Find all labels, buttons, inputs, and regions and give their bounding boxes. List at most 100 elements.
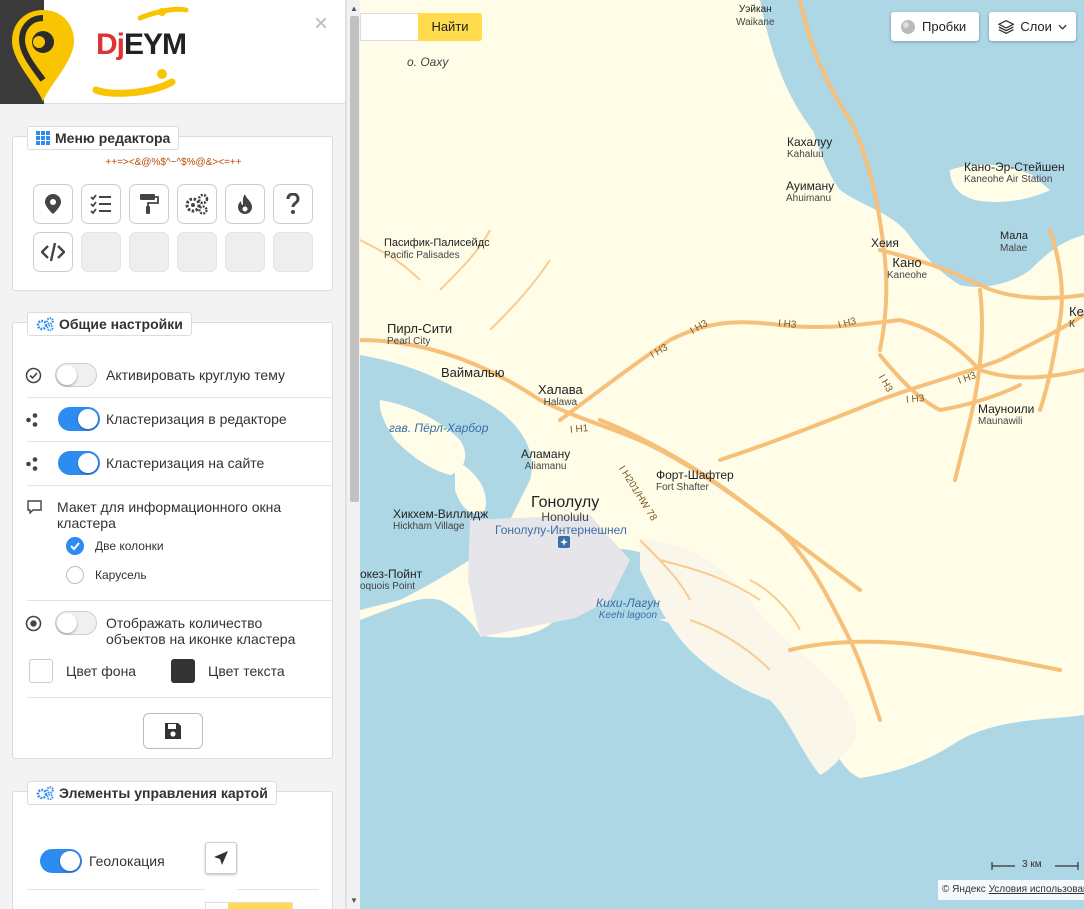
- map-label: Пирл-Сити Pearl City: [387, 321, 453, 348]
- general-settings-legend: Общие настройки: [27, 312, 192, 336]
- divider: [27, 697, 333, 698]
- layers-icon: [998, 19, 1015, 34]
- comment-icon: [27, 500, 42, 514]
- map-controls-title: Элементы управления картой: [59, 785, 268, 801]
- round-theme-label: Активировать круглую тему: [106, 367, 285, 383]
- scroll-up-icon[interactable]: ▲: [350, 4, 358, 13]
- floppy-disk-icon: [165, 723, 181, 739]
- checklist-button[interactable]: [81, 184, 121, 224]
- app-root: DjEYM × Меню редактора ++=><&@%$^~^$%@&>…: [0, 0, 1084, 909]
- map-label: Халава Halawa: [538, 382, 583, 409]
- fire-icon: [238, 194, 252, 214]
- text-color-label: Цвет текста: [208, 663, 285, 679]
- target-icon: [25, 615, 42, 632]
- editor-menu-legend: Меню редактора: [27, 126, 180, 150]
- editor-menu-hash-text: ++=><&@%$^~^$%@&><=++: [105, 157, 242, 168]
- map-copyright: © Яндекс Условия использования: [938, 880, 1084, 900]
- code-icon: [41, 242, 65, 262]
- divider: [27, 889, 205, 890]
- map-search-input[interactable]: [360, 13, 420, 41]
- chevron-down-icon: [1058, 24, 1067, 30]
- search-preview: [205, 902, 293, 909]
- traffic-button-label: Пробки: [922, 19, 967, 34]
- divider: [27, 441, 333, 442]
- divider: [237, 889, 319, 890]
- logo-text-eym: EYM: [124, 28, 187, 61]
- terms-link[interactable]: Условия использования: [989, 884, 1084, 895]
- map-label: Хеия: [871, 236, 899, 250]
- traffic-button[interactable]: Пробки: [891, 12, 979, 41]
- cluster-editor-toggle[interactable]: [58, 407, 100, 431]
- map-controls-panel: Элементы управления картой Геолокация: [12, 781, 333, 909]
- background-color-swatch[interactable]: [29, 659, 53, 683]
- map-marker-icon: [45, 194, 61, 214]
- layout-two-columns-label: Две колонки: [95, 539, 164, 553]
- map-label: Ке К: [1069, 304, 1084, 331]
- map-label: Пасифик-Палисейдс Pacific Palisades: [384, 237, 490, 261]
- map-label: Ваймалью: [441, 365, 505, 380]
- checklist-icon: [90, 194, 111, 214]
- map-label: Хикхем-Виллидж Hickham Village: [393, 507, 489, 532]
- heatmap-button[interactable]: [225, 184, 265, 224]
- empty-slot-button: [81, 232, 121, 272]
- empty-slot-button: [177, 232, 217, 272]
- scroll-down-icon[interactable]: ▼: [350, 896, 358, 905]
- cluster-icon: [26, 457, 38, 471]
- map-label: Кано-Эр-Стейшен Kaneohe Air Station: [964, 160, 1065, 185]
- empty-slot-button: [273, 232, 313, 272]
- export-code-button[interactable]: [33, 232, 73, 272]
- map-label: Форт-Шафтер Fort Shafter: [656, 468, 734, 493]
- copyright-text: © Яндекс: [942, 884, 986, 895]
- paint-roller-icon: [140, 194, 159, 214]
- cogs-icon: [36, 786, 54, 800]
- search-preview-button: [228, 903, 292, 909]
- show-count-toggle[interactable]: [55, 611, 97, 635]
- highway-label: I H3: [905, 393, 925, 406]
- cluster-editor-label: Кластеризация в редакторе: [106, 411, 287, 427]
- layers-button-label: Слои: [1020, 19, 1052, 34]
- logo-area: DjEYM ×: [0, 0, 345, 104]
- empty-slot-button: [129, 232, 169, 272]
- editor-menu-title: Меню редактора: [55, 130, 171, 146]
- geolocation-preview-button[interactable]: [205, 842, 237, 874]
- logo-text-dj: Dj: [96, 28, 125, 61]
- cogs-icon: [36, 317, 54, 331]
- grid-icon: [36, 131, 50, 145]
- editor-menu-panel: Меню редактора ++=><&@%$^~^$%@&><=++: [12, 126, 333, 291]
- geolocation-toggle[interactable]: [40, 849, 82, 873]
- layout-two-columns-radio[interactable]: [66, 537, 84, 555]
- traffic-light-icon: [901, 19, 915, 34]
- check-icon: [70, 542, 80, 551]
- water-label: Кихи-Лагун Keehi lagoon: [596, 596, 660, 621]
- map-canvas: [360, 0, 1084, 909]
- round-theme-toggle[interactable]: [55, 363, 97, 387]
- airport-label: Гонолулу-Интернешнел: [495, 523, 627, 537]
- divider: [27, 485, 333, 486]
- empty-slot-button: [225, 232, 265, 272]
- scale-label: 3 км: [1022, 859, 1042, 870]
- style-button[interactable]: [129, 184, 169, 224]
- map-label: окез-Пойнт oquois Point: [360, 567, 423, 592]
- sidebar-scrollbar[interactable]: ▲ ▼: [346, 0, 360, 909]
- text-color-swatch[interactable]: [171, 659, 195, 683]
- map-label: Гонолулу Honolulu: [531, 494, 600, 524]
- layout-carousel-radio[interactable]: [66, 566, 84, 584]
- highway-label: I H1: [569, 423, 589, 436]
- map-label: Мала Malae: [1000, 230, 1028, 254]
- scrollbar-thumb[interactable]: [350, 16, 359, 502]
- map-label: Аламану Aliamanu: [521, 447, 571, 472]
- close-sidebar-icon[interactable]: ×: [314, 12, 328, 36]
- cluster-site-toggle[interactable]: [58, 451, 100, 475]
- map-search-button[interactable]: Найти: [418, 13, 482, 41]
- cluster-site-label: Кластеризация на сайте: [106, 455, 265, 471]
- layers-button[interactable]: Слои: [989, 12, 1076, 41]
- map-controls-legend: Элементы управления картой: [27, 781, 277, 805]
- water-label: гав. Пёрл-Харбор: [389, 421, 489, 435]
- help-button[interactable]: [273, 184, 313, 224]
- save-button[interactable]: [143, 713, 203, 749]
- settings-button[interactable]: [177, 184, 217, 224]
- cluster-icon: [26, 413, 38, 427]
- map-view[interactable]: Найти Пробки Слои Уэйкан Waikane о. Оаху …: [360, 0, 1084, 909]
- placemark-button[interactable]: [33, 184, 73, 224]
- map-label: Ауиману Ahuimanu: [786, 179, 835, 204]
